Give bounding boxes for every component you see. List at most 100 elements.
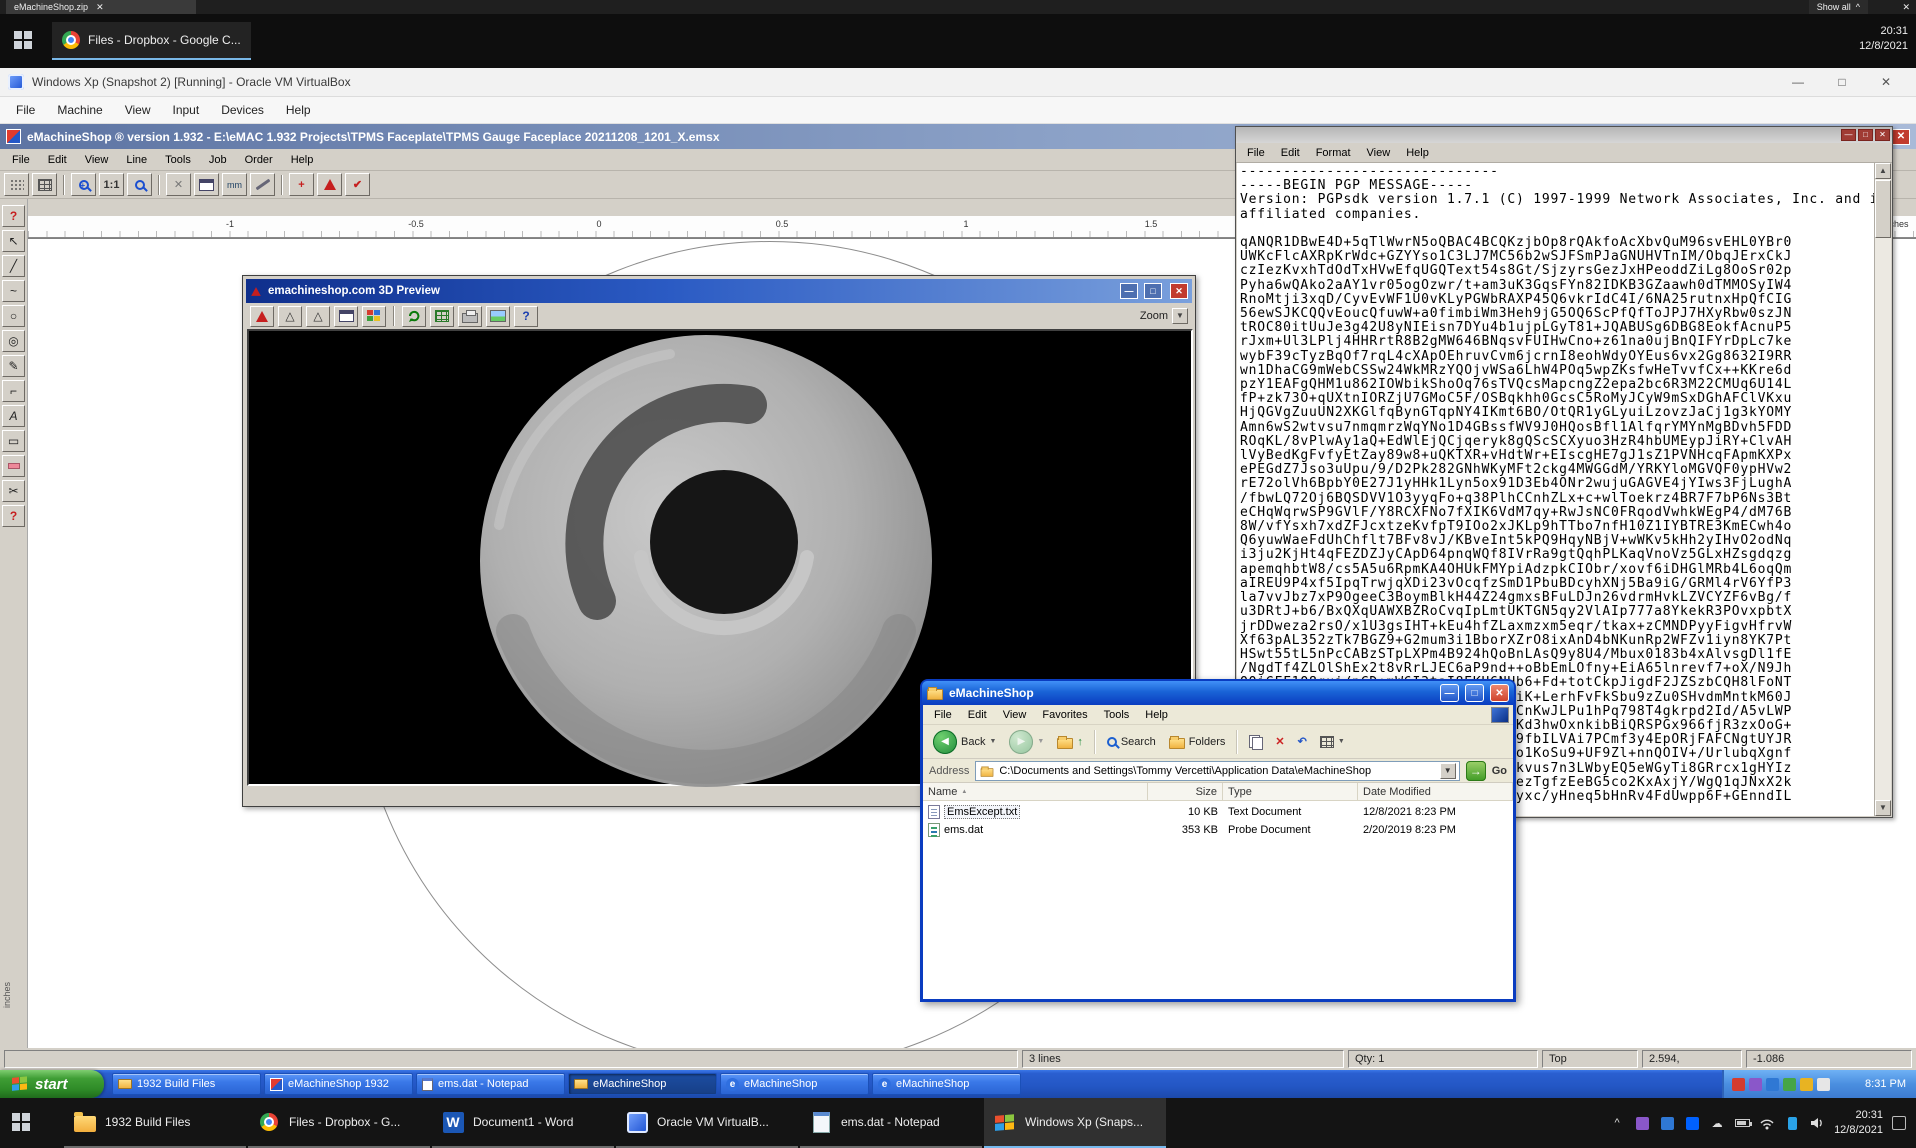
notepad-scrollbar[interactable]: ▲ ▼ bbox=[1874, 163, 1891, 816]
line-tool-icon[interactable]: ╱ bbox=[2, 255, 25, 277]
explorer-menu-tools[interactable]: Tools bbox=[1097, 707, 1137, 723]
vbox-menu-view[interactable]: View bbox=[115, 100, 161, 120]
probe-icon[interactable] bbox=[250, 173, 275, 196]
explorer-titlebar[interactable]: eMachineShop — □ ✕ bbox=[922, 681, 1514, 705]
up-button[interactable]: ↑ bbox=[1053, 733, 1087, 751]
column-header-size[interactable]: Size bbox=[1148, 783, 1223, 801]
cad-menu-tools[interactable]: Tools bbox=[157, 152, 199, 168]
notepad-maximize-button[interactable]: □ bbox=[1858, 129, 1873, 141]
explorer-menu-favorites[interactable]: Favorites bbox=[1035, 707, 1094, 723]
back-button[interactable]: ◀ Back ▼ bbox=[929, 728, 1000, 756]
xp-task-emachineshop[interactable]: e eMachineShop bbox=[720, 1073, 869, 1095]
zoom-actual-icon[interactable]: 1:1 bbox=[99, 173, 124, 196]
host-top-clock[interactable]: 20:31 12/8/2021 bbox=[1859, 24, 1908, 54]
tray-icon[interactable] bbox=[1766, 1078, 1779, 1091]
material-icon[interactable] bbox=[334, 306, 358, 327]
explorer-menu-view[interactable]: View bbox=[996, 707, 1034, 723]
host-task-virtualbox[interactable]: Oracle VM VirtualB... bbox=[616, 1098, 798, 1148]
vbox-menu-input[interactable]: Input bbox=[163, 100, 210, 120]
vbox-minimize-button[interactable]: — bbox=[1776, 75, 1820, 89]
tray-icon[interactable] bbox=[1783, 1078, 1796, 1091]
notepad-titlebar[interactable]: — □ ✕ bbox=[1236, 127, 1892, 143]
host-task-chrome[interactable]: Files - Dropbox - G... bbox=[248, 1098, 430, 1148]
back-dropdown-icon[interactable]: ▼ bbox=[989, 738, 996, 745]
cad-menu-help[interactable]: Help bbox=[283, 152, 322, 168]
check-icon[interactable]: ✔ bbox=[345, 173, 370, 196]
add-point-icon[interactable]: + bbox=[289, 173, 314, 196]
wifi-icon[interactable] bbox=[1759, 1115, 1775, 1131]
host-start-button[interactable] bbox=[12, 1113, 31, 1132]
explorer-maximize-button[interactable]: □ bbox=[1465, 684, 1484, 702]
host-task-windows-xp-vm[interactable]: Windows Xp (Snaps... bbox=[984, 1098, 1166, 1148]
file-name[interactable]: ems.dat bbox=[944, 824, 983, 836]
teams-icon[interactable] bbox=[1634, 1115, 1650, 1131]
text-tool-icon[interactable]: A bbox=[2, 405, 25, 427]
notification-center-icon[interactable] bbox=[1892, 1116, 1906, 1130]
notepad-minimize-button[interactable]: — bbox=[1841, 129, 1856, 141]
column-header-date[interactable]: Date Modified bbox=[1358, 783, 1513, 801]
wireframe-icon[interactable]: △ bbox=[278, 306, 302, 327]
help-tool-icon[interactable]: ? bbox=[2, 505, 25, 527]
zoom-in-icon[interactable]: + bbox=[71, 173, 96, 196]
bluetooth-icon[interactable] bbox=[1784, 1115, 1800, 1131]
xp-start-button[interactable]: start bbox=[0, 1070, 104, 1098]
explorer-minimize-button[interactable]: — bbox=[1440, 684, 1459, 702]
cut-tool-icon[interactable]: ✂ bbox=[2, 480, 25, 502]
xp-task-build-files[interactable]: 1932 Build Files bbox=[112, 1073, 261, 1095]
folders-button[interactable]: Folders bbox=[1165, 733, 1230, 751]
preview-titlebar[interactable]: emachineshop.com 3D Preview — □ ✕ bbox=[246, 279, 1192, 303]
notepad-menu-edit[interactable]: Edit bbox=[1274, 145, 1307, 161]
rect-tool-icon[interactable]: ▭ bbox=[2, 430, 25, 452]
units-mm-icon[interactable]: mm bbox=[222, 173, 247, 196]
preview-maximize-button[interactable]: □ bbox=[1144, 283, 1162, 299]
address-input[interactable]: C:\Documents and Settings\Tommy Vercetti… bbox=[975, 761, 1459, 781]
tray-icon[interactable] bbox=[1800, 1078, 1813, 1091]
undo-button[interactable]: ↶ bbox=[1294, 733, 1311, 750]
print-icon[interactable] bbox=[458, 306, 482, 327]
cad-menu-job[interactable]: Job bbox=[201, 152, 235, 168]
help-tool-icon[interactable]: ? bbox=[2, 205, 25, 227]
host-task-notepad[interactable]: ems.dat - Notepad bbox=[800, 1098, 982, 1148]
xp-clock[interactable]: 8:31 PM bbox=[1865, 1078, 1906, 1090]
cad-menu-order[interactable]: Order bbox=[237, 152, 281, 168]
dropbox-icon[interactable] bbox=[1684, 1115, 1700, 1131]
tray-icon[interactable] bbox=[1749, 1078, 1762, 1091]
column-header-name[interactable]: Name▲ bbox=[923, 783, 1148, 801]
views-button[interactable]: ▼ bbox=[1316, 734, 1349, 750]
host-task-word[interactable]: W Document1 - Word bbox=[432, 1098, 614, 1148]
scroll-up-icon[interactable]: ▲ bbox=[1875, 163, 1891, 179]
forward-button[interactable]: ▶ ▼ bbox=[1005, 728, 1048, 756]
notepad-menu-format[interactable]: Format bbox=[1309, 145, 1358, 161]
file-row[interactable]: ems.dat 353 KB Probe Document 2/20/2019 … bbox=[923, 821, 1513, 838]
show-all-button[interactable]: Show all ^ bbox=[1809, 0, 1868, 14]
preview-minimize-button[interactable]: — bbox=[1120, 283, 1138, 299]
snap-grid-icon[interactable] bbox=[4, 173, 29, 196]
chevron-up-icon[interactable]: ^ bbox=[1609, 1115, 1625, 1131]
search-button[interactable]: Search bbox=[1103, 734, 1160, 750]
circle-tool-icon[interactable]: ○ bbox=[2, 305, 25, 327]
emachineshop-close-button[interactable]: ✕ bbox=[1892, 129, 1910, 145]
xp-task-emachineshop[interactable]: e eMachineShop bbox=[872, 1073, 1021, 1095]
color-palette-icon[interactable] bbox=[362, 306, 386, 327]
layers-icon[interactable] bbox=[194, 173, 219, 196]
point-tool-icon[interactable]: ◎ bbox=[2, 330, 25, 352]
vbox-maximize-button[interactable]: □ bbox=[1820, 75, 1864, 89]
zip-tab-close-icon[interactable]: ✕ bbox=[96, 2, 104, 13]
xp-task-notepad[interactable]: ems.dat - Notepad bbox=[416, 1073, 565, 1095]
virtualbox-titlebar[interactable]: Windows Xp (Snapshot 2) [Running] - Orac… bbox=[0, 68, 1916, 97]
strip-close-icon[interactable]: ✕ bbox=[1902, 0, 1910, 14]
mesh-grid-icon[interactable] bbox=[430, 306, 454, 327]
scroll-down-icon[interactable]: ▼ bbox=[1875, 800, 1891, 816]
explorer-menu-help[interactable]: Help bbox=[1138, 707, 1175, 723]
onedrive-icon[interactable]: ☁ bbox=[1709, 1115, 1725, 1131]
delete-button[interactable]: ✕ bbox=[1271, 733, 1288, 750]
vbox-menu-file[interactable]: File bbox=[6, 100, 45, 120]
shaded-view-icon[interactable]: △ bbox=[306, 306, 330, 327]
refresh-icon[interactable] bbox=[402, 306, 426, 327]
explorer-menu-edit[interactable]: Edit bbox=[961, 707, 994, 723]
notepad-menu-view[interactable]: View bbox=[1360, 145, 1398, 161]
snapshot-image-icon[interactable] bbox=[486, 306, 510, 327]
address-dropdown-icon[interactable]: ▼ bbox=[1440, 763, 1456, 779]
delete-icon[interactable]: ✕ bbox=[166, 173, 191, 196]
column-header-type[interactable]: Type bbox=[1223, 783, 1358, 801]
